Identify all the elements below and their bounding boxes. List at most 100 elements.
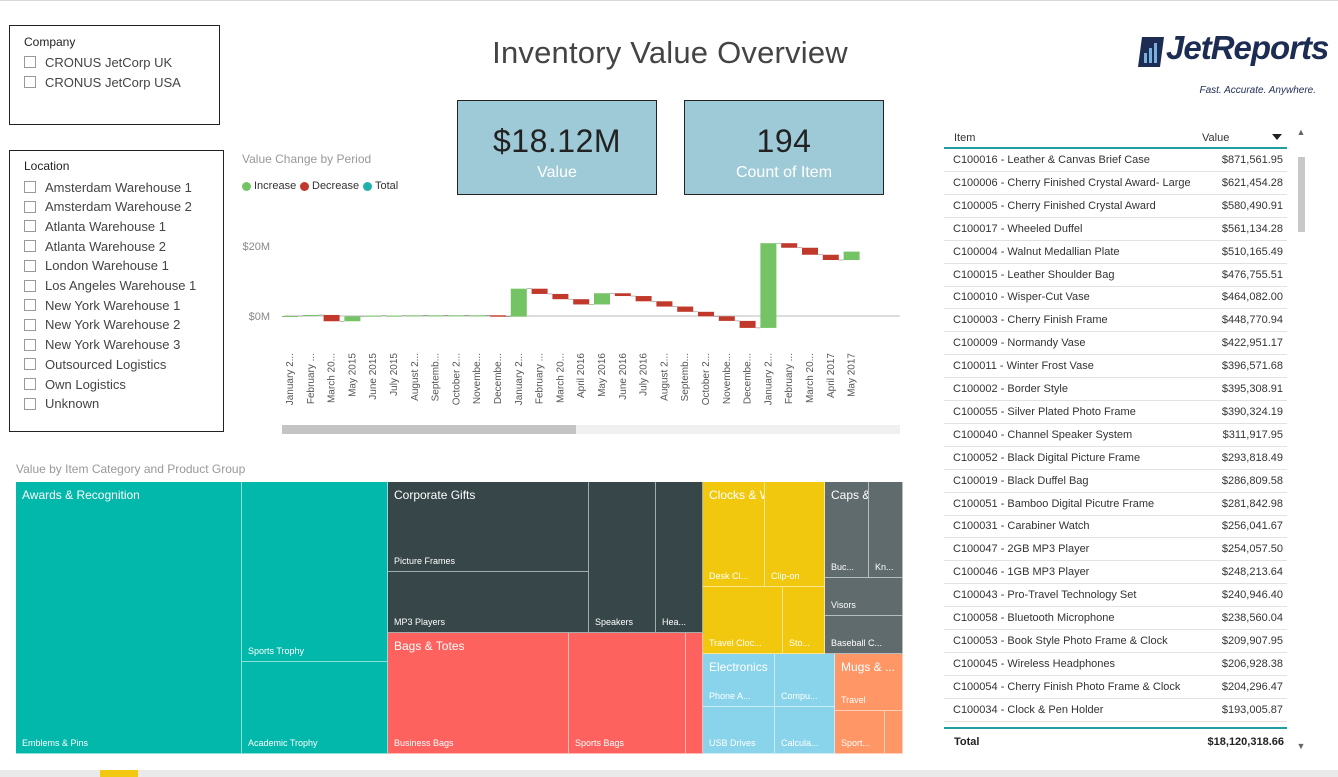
company-option[interactable]: CRONUS JetCorp UK xyxy=(24,53,172,71)
waterfall-bar[interactable] xyxy=(386,315,402,317)
checkbox[interactable] xyxy=(24,378,36,390)
table-row[interactable]: C100010 - Wisper-Cut Vase $464,082.00 xyxy=(944,286,1287,310)
waterfall-bar[interactable] xyxy=(282,316,298,317)
table-row[interactable]: C100009 - Normandy Vase $422,951.17 xyxy=(944,332,1287,356)
waterfall-bar[interactable] xyxy=(843,251,860,260)
waterfall-bar[interactable] xyxy=(739,320,756,328)
location-option[interactable]: Own Logistics xyxy=(24,375,126,393)
kpi-card-count[interactable]: 194 Count of Item xyxy=(684,100,884,195)
location-option[interactable]: Atlanta Warehouse 1 xyxy=(24,217,166,235)
checkbox[interactable] xyxy=(24,279,36,292)
table-row[interactable]: C100017 - Wheeled Duffel $561,134.28 xyxy=(944,218,1287,241)
waterfall-bar[interactable] xyxy=(656,301,673,307)
treemap-tile[interactable]: Sport... xyxy=(835,711,885,754)
treemap-tile[interactable]: Baseball C... xyxy=(825,616,903,654)
checkbox[interactable] xyxy=(24,259,36,272)
waterfall-bar[interactable] xyxy=(594,293,610,305)
treemap-tile[interactable] xyxy=(686,633,703,754)
treemap-tile[interactable]: MP3 Players xyxy=(388,572,589,633)
checkbox[interactable] xyxy=(24,358,36,371)
waterfall-bar[interactable] xyxy=(427,315,444,317)
table-row[interactable]: C100004 - Walnut Medallian Plate $510,165… xyxy=(944,241,1287,264)
table-row[interactable]: C100054 - Cherry Finish Photo Frame & Cl… xyxy=(944,676,1287,699)
table-row[interactable]: C100053 - Book Style Photo Frame & Clock… xyxy=(944,630,1287,653)
table-row[interactable]: C100045 - Wireless Headphones $206,928.38 xyxy=(944,653,1287,676)
table-row[interactable]: C100043 - Pro-Travel Technology Set $240,… xyxy=(944,584,1287,608)
location-option[interactable]: London Warehouse 1 xyxy=(24,257,169,275)
column-header-item[interactable]: Item xyxy=(954,132,975,144)
checkbox[interactable] xyxy=(24,56,36,68)
table-row[interactable]: C100015 - Leather Shoulder Bag $476,755.5… xyxy=(944,264,1287,287)
location-option[interactable]: New York Warehouse 1 xyxy=(24,296,180,314)
treemap-tile[interactable]: Visors xyxy=(825,578,903,616)
treemap-tile[interactable]: Compu... xyxy=(775,654,835,707)
legend-decrease[interactable]: Decrease xyxy=(300,180,359,192)
waterfall-bar[interactable] xyxy=(614,293,631,297)
scroll-up-icon[interactable]: ▲ xyxy=(1296,127,1306,137)
column-header-value[interactable]: Value xyxy=(1202,132,1229,144)
treemap-tile[interactable]: Sto... xyxy=(783,587,825,654)
waterfall-bar[interactable] xyxy=(822,254,839,260)
waterfall-bar[interactable] xyxy=(490,315,506,317)
waterfall-chart[interactable]: $20M $0M January 2... February ... March 20.… xyxy=(240,201,902,423)
checkbox[interactable] xyxy=(24,397,36,410)
waterfall-bar[interactable] xyxy=(760,243,777,328)
waterfall-bar[interactable] xyxy=(323,314,340,322)
waterfall-bar[interactable] xyxy=(552,293,569,300)
scroll-down-icon[interactable]: ▼ xyxy=(1296,741,1306,751)
checkbox[interactable] xyxy=(24,240,36,253)
treemap-tile[interactable]: Bags & Totes Business Bags xyxy=(388,633,569,754)
waterfall-bar[interactable] xyxy=(344,316,361,322)
treemap-tile[interactable]: Sports Bags xyxy=(569,633,686,754)
treemap-tile[interactable]: Caps & Hats Buc... xyxy=(825,482,869,578)
checkbox[interactable] xyxy=(24,220,36,233)
waterfall-bar[interactable] xyxy=(573,299,590,305)
table-row[interactable]: C100002 - Border Style $395,308.91 xyxy=(944,378,1287,401)
table-row[interactable]: C100052 - Black Digital Picture Frame $29… xyxy=(944,447,1287,470)
waterfall-bar[interactable] xyxy=(677,306,694,312)
treemap-tile[interactable]: Travel Cloc... xyxy=(703,587,783,654)
location-option[interactable]: Unknown xyxy=(24,395,99,413)
waterfall-bar[interactable] xyxy=(698,311,714,317)
treemap-tile[interactable]: Sports Trophy xyxy=(242,482,388,662)
table-row[interactable]: C100006 - Cherry Finished Crystal Award-… xyxy=(944,172,1287,195)
treemap-tile[interactable]: Awards & Recognition Emblems & Pins xyxy=(16,482,242,754)
treemap-tile[interactable]: Mugs & ... Travel xyxy=(835,654,903,711)
legend-increase[interactable]: Increase xyxy=(242,180,296,192)
treemap-tile[interactable]: Academic Trophy xyxy=(242,662,388,754)
waterfall-bar[interactable] xyxy=(448,315,465,317)
location-option[interactable]: Outsourced Logistics xyxy=(24,355,166,373)
treemap-tile[interactable]: Hea... xyxy=(656,482,703,633)
table-row[interactable]: C100016 - Leather & Canvas Brief Case $87… xyxy=(944,149,1287,172)
table-row[interactable]: C100031 - Carabiner Watch $256,041.67 xyxy=(944,515,1287,539)
waterfall-scrollbar[interactable] xyxy=(282,425,900,434)
sort-desc-icon[interactable] xyxy=(1272,134,1282,140)
treemap-tile[interactable]: USB Drives xyxy=(703,707,775,754)
table-row[interactable]: C100011 - Winter Frost Vase $396,571.68 xyxy=(944,355,1287,379)
waterfall-bar[interactable] xyxy=(718,316,735,321)
location-option[interactable]: Atlanta Warehouse 2 xyxy=(24,237,166,255)
checkbox[interactable] xyxy=(24,338,36,351)
waterfall-bar[interactable] xyxy=(802,247,818,255)
waterfall-bar[interactable] xyxy=(635,296,652,302)
treemap-tile[interactable]: Corporate Gifts Picture Frames xyxy=(388,482,589,572)
table-scrollbar[interactable]: ▲ ▼ xyxy=(1296,127,1306,751)
table-row[interactable]: C100047 - 2GB MP3 Player $254,057.50 xyxy=(944,538,1287,562)
location-option[interactable]: New York Warehouse 3 xyxy=(24,336,180,354)
waterfall-bar[interactable] xyxy=(781,243,798,248)
location-option[interactable]: Los Angeles Warehouse 1 xyxy=(24,277,196,295)
location-option[interactable]: New York Warehouse 2 xyxy=(24,316,180,334)
treemap-tile[interactable]: Calcula... xyxy=(775,707,835,754)
table-row[interactable]: C100019 - Black Duffel Bag $286,809.58 xyxy=(944,470,1287,493)
table-row[interactable]: C100046 - 1GB MP3 Player $248,213.64 xyxy=(944,561,1287,585)
waterfall-bar[interactable] xyxy=(531,288,548,294)
waterfall-scroll-thumb[interactable] xyxy=(282,425,576,434)
waterfall-bar[interactable] xyxy=(406,315,423,317)
treemap-tile[interactable]: Electronics Phone A... xyxy=(703,654,775,707)
treemap-tile[interactable] xyxy=(885,711,903,754)
table-row[interactable]: C100003 - Cherry Finish Frame $448,770.94 xyxy=(944,309,1287,333)
location-option[interactable]: Amsterdam Warehouse 1 xyxy=(24,178,192,196)
checkbox[interactable] xyxy=(24,200,36,213)
waterfall-bar[interactable] xyxy=(365,315,382,317)
waterfall-bar[interactable] xyxy=(510,288,527,317)
